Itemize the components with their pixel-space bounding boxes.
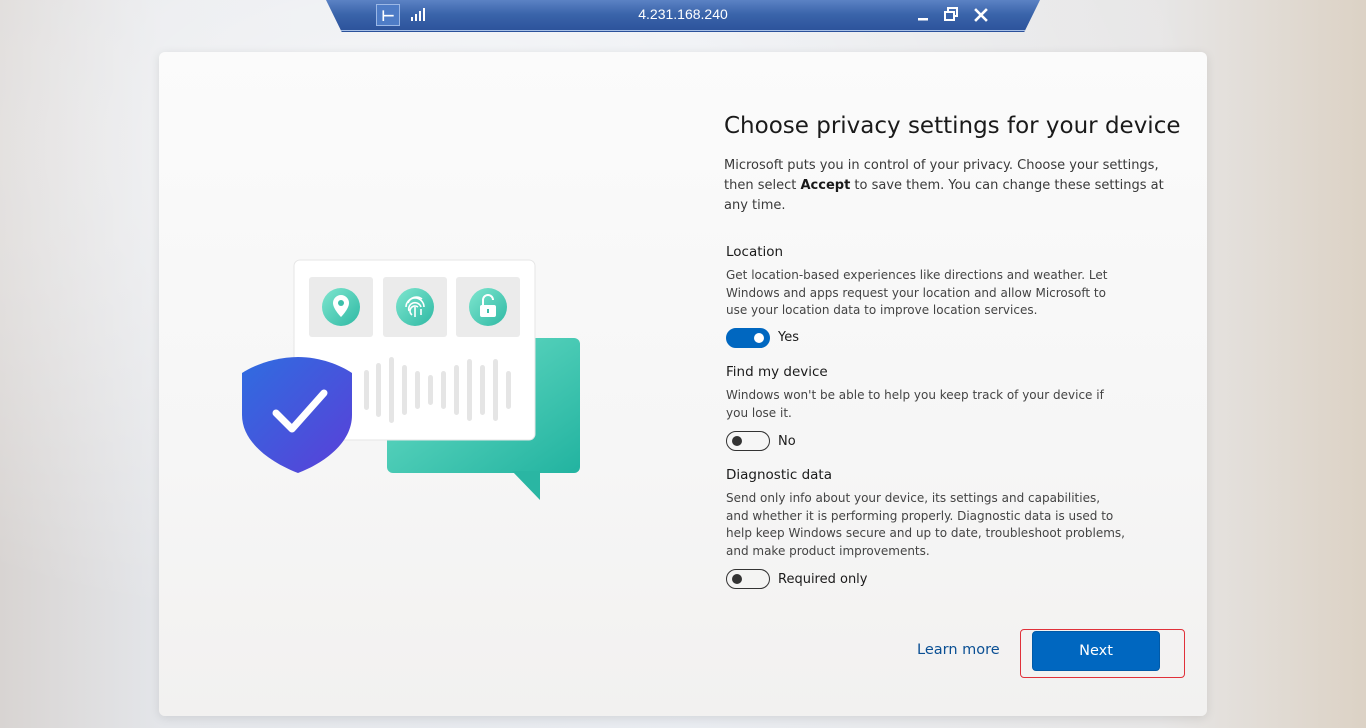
toggle-row: Yes: [726, 327, 1126, 348]
rdp-connection-bar: ⊢ 4.231.168.240: [326, 0, 1040, 32]
close-icon[interactable]: [970, 4, 992, 26]
toggle-state-text: Required only: [778, 571, 868, 587]
toggle-state-text: No: [778, 433, 796, 449]
shield-check-icon: [242, 357, 352, 473]
setting-diagnostic-data: Diagnostic data Send only info about you…: [726, 466, 1126, 589]
learn-more-link[interactable]: Learn more: [917, 642, 1000, 658]
setting-location: Location Get location-based experiences …: [726, 243, 1126, 348]
setting-description: Windows won't be able to help you keep t…: [726, 388, 1104, 420]
setting-find-my-device: Find my device Windows won't be able to …: [726, 363, 1126, 451]
next-button[interactable]: Next: [1032, 631, 1160, 671]
toggle-knob: [754, 332, 764, 343]
setting-label: Diagnostic data: [726, 467, 833, 483]
diagnostic-data-toggle[interactable]: [726, 569, 770, 589]
intro-text-accept: Accept: [800, 178, 851, 193]
location-toggle[interactable]: [726, 327, 770, 348]
unlock-icon: [469, 288, 507, 326]
setting-label: Location: [726, 244, 784, 260]
setting-description: Send only info about your device, its se…: [726, 491, 1125, 558]
toggle-row: Required only: [726, 569, 1126, 589]
minimize-icon[interactable]: [912, 4, 934, 26]
toggle-knob: [732, 436, 742, 446]
toggle-row: No: [726, 431, 1126, 451]
intro-text: Microsoft puts you in control of your pr…: [724, 156, 1164, 216]
toggle-knob: [732, 574, 742, 584]
page-title: Choose privacy settings for your device: [724, 113, 1181, 139]
restore-icon[interactable]: [940, 4, 962, 26]
fingerprint-icon: [396, 288, 434, 326]
location-pin-icon: [322, 288, 360, 326]
privacy-illustration: [242, 259, 580, 500]
setting-description: Get location-based experiences like dire…: [726, 268, 1108, 317]
rdp-bar-inner: ⊢ 4.231.168.240: [328, 0, 1038, 31]
find-my-device-toggle[interactable]: [726, 431, 770, 451]
privacy-content: Choose privacy settings for your device …: [724, 110, 1181, 216]
toggle-state-text: Yes: [778, 330, 799, 345]
setting-label: Find my device: [726, 364, 828, 380]
